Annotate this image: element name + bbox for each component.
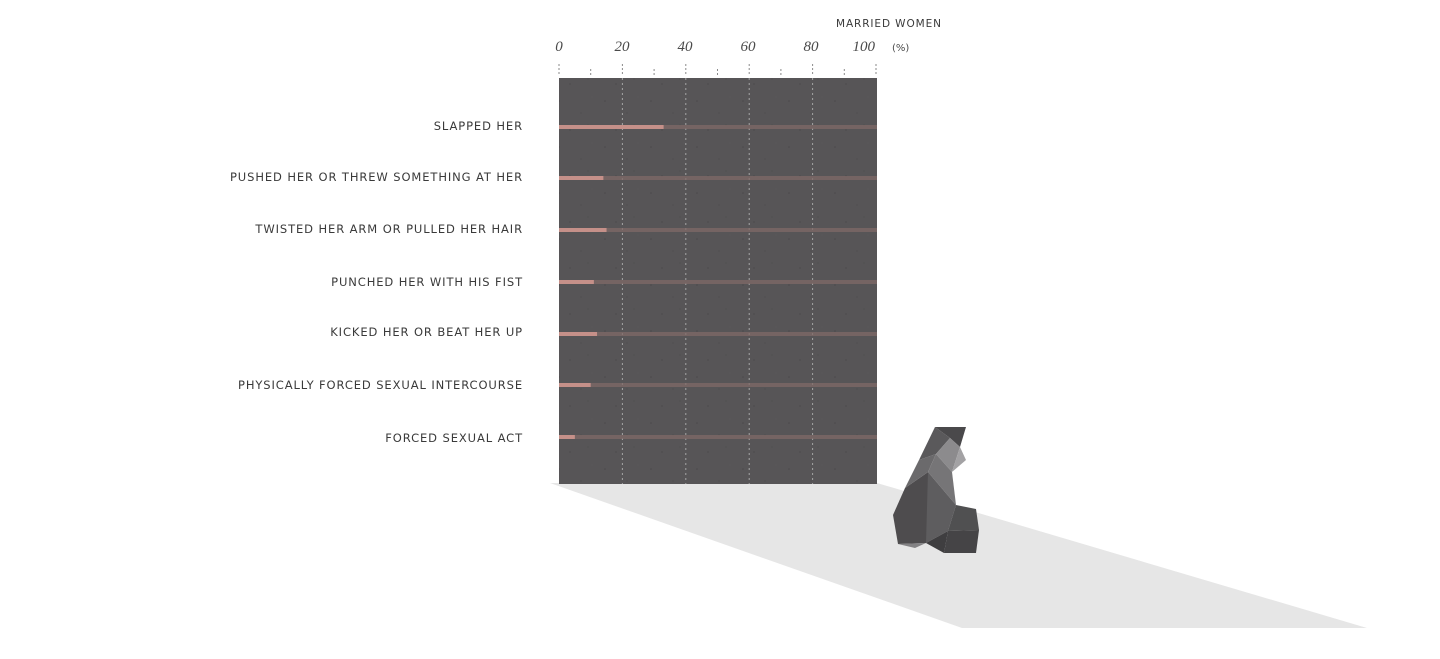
category-label: FORCED SEXUAL ACT: [385, 431, 523, 445]
bar: [559, 176, 604, 180]
x-tick-label-100: 100: [853, 39, 876, 55]
x-unit-label: (%): [892, 43, 909, 54]
chart-stage: 0 20 40 60 80 100 (%) MARRIED WOMEN SLAP…: [230, 18, 1367, 628]
x-tick-label-0: 0: [555, 39, 563, 55]
seated-figure-illustration: [893, 427, 979, 553]
category-label: TWISTED HER ARM OR PULLED HER HAIR: [254, 222, 523, 236]
bar: [559, 435, 575, 439]
category-labels: SLAPPED HER PUSHED HER OR THREW SOMETHIN…: [230, 119, 523, 445]
bar-track: [559, 228, 877, 232]
category-label: PUNCHED HER WITH HIS FIST: [331, 275, 523, 289]
x-axis: [558, 64, 877, 76]
bar: [559, 280, 594, 284]
bar-track: [559, 176, 877, 180]
x-tick-label-40: 40: [678, 39, 694, 55]
series-title: MARRIED WOMEN: [836, 18, 942, 30]
category-label: KICKED HER OR BEAT HER UP: [330, 325, 523, 339]
x-tick-labels: 0 20 40 60 80 100 (%): [555, 39, 909, 55]
category-label: PUSHED HER OR THREW SOMETHING AT HER: [230, 170, 523, 184]
x-tick-label-20: 20: [615, 39, 631, 55]
x-tick-label-80: 80: [804, 39, 820, 55]
category-label: PHYSICALLY FORCED SEXUAL INTERCOURSE: [238, 378, 523, 392]
bar-track: [559, 383, 877, 387]
bar: [559, 228, 607, 232]
floor-shadow: [550, 483, 1367, 628]
bar-track: [559, 280, 877, 284]
bar: [559, 125, 664, 129]
bar: [559, 332, 598, 336]
bar-track: [559, 332, 877, 336]
bar-track: [559, 435, 877, 439]
category-label: SLAPPED HER: [434, 119, 523, 133]
x-tick-label-60: 60: [741, 39, 757, 55]
bar: [559, 383, 591, 387]
